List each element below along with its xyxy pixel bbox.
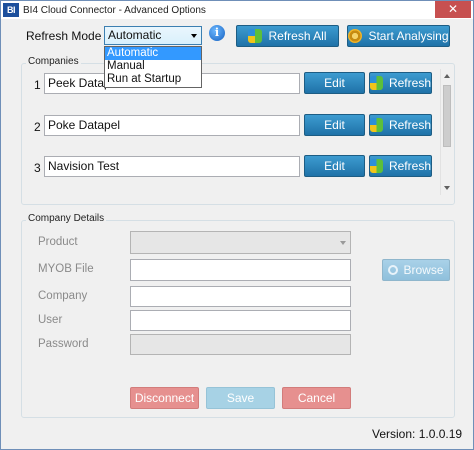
refresh-mode-option-manual[interactable]: Manual <box>105 60 201 73</box>
app-window: BI BI4 Cloud Connector - Advanced Option… <box>0 0 474 450</box>
product-label: Product <box>38 236 78 248</box>
refresh-company-button[interactable]: Refresh <box>369 114 432 136</box>
refresh-mode-label: Refresh Mode <box>26 29 102 43</box>
search-icon <box>388 265 399 275</box>
refresh-icon <box>370 76 383 90</box>
save-button[interactable]: Save <box>206 387 275 409</box>
app-logo-icon: BI <box>3 3 19 17</box>
refresh-company-label: Refresh <box>388 118 431 132</box>
refresh-mode-dropdown: Automatic Manual Run at Startup <box>104 46 202 88</box>
user-field[interactable] <box>130 310 351 331</box>
company-row-number: 1 <box>34 78 41 92</box>
companies-group-label: Companies <box>26 56 81 67</box>
refresh-company-button[interactable]: Refresh <box>369 155 432 177</box>
refresh-company-label: Refresh <box>388 159 431 173</box>
refresh-mode-value: Automatic <box>108 28 162 42</box>
title-bar: BI BI4 Cloud Connector - Advanced Option… <box>1 1 473 19</box>
companies-scrollbar[interactable] <box>440 69 452 195</box>
refresh-company-label: Refresh <box>388 76 431 90</box>
company-name-field[interactable]: Poke Datapel <box>44 115 300 136</box>
company-row-number: 2 <box>34 120 41 134</box>
refresh-all-label: Refresh All <box>268 29 327 43</box>
info-icon[interactable]: i <box>209 25 225 41</box>
gear-icon <box>348 29 363 43</box>
start-analysing-label: Start Analysing <box>368 29 449 43</box>
password-label: Password <box>38 338 89 350</box>
company-field[interactable] <box>130 286 351 307</box>
company-details-group-label: Company Details <box>26 213 107 224</box>
user-label: User <box>38 314 63 326</box>
edit-company-button[interactable]: Edit <box>304 72 365 94</box>
start-analysing-button[interactable]: Start Analysing <box>347 25 450 47</box>
refresh-mode-select[interactable]: Automatic <box>104 26 202 45</box>
browse-label: Browse <box>403 263 444 277</box>
company-label: Company <box>38 290 88 302</box>
company-row-number: 3 <box>34 161 41 175</box>
version-label: Version: 1.0.0.19 <box>372 427 463 441</box>
cancel-button[interactable]: Cancel <box>282 387 351 409</box>
refresh-icon <box>370 159 383 173</box>
password-field[interactable] <box>130 334 351 355</box>
refresh-company-button[interactable]: Refresh <box>369 72 432 94</box>
scroll-down-icon[interactable] <box>444 186 450 190</box>
refresh-icon <box>370 118 383 132</box>
chevron-down-icon <box>340 241 346 245</box>
window-title: BI4 Cloud Connector - Advanced Options <box>23 4 206 16</box>
close-window-button[interactable]: ✕ <box>435 1 471 18</box>
myob-file-label: MYOB File <box>38 263 94 275</box>
edit-company-button[interactable]: Edit <box>304 114 365 136</box>
browse-button[interactable]: Browse <box>382 259 450 281</box>
scroll-up-icon[interactable] <box>444 74 450 78</box>
refresh-mode-option-startup[interactable]: Run at Startup <box>105 73 201 86</box>
disconnect-button[interactable]: Disconnect <box>130 387 199 409</box>
product-select[interactable] <box>130 231 351 254</box>
company-name-field[interactable]: Navision Test <box>44 156 300 177</box>
edit-company-button[interactable]: Edit <box>304 155 365 177</box>
refresh-mode-option-automatic[interactable]: Automatic <box>105 47 201 60</box>
scroll-thumb[interactable] <box>443 85 451 147</box>
refresh-all-button[interactable]: Refresh All <box>236 25 339 47</box>
chevron-down-icon <box>191 34 197 38</box>
refresh-icon <box>248 29 263 43</box>
myob-file-field[interactable] <box>130 259 351 281</box>
